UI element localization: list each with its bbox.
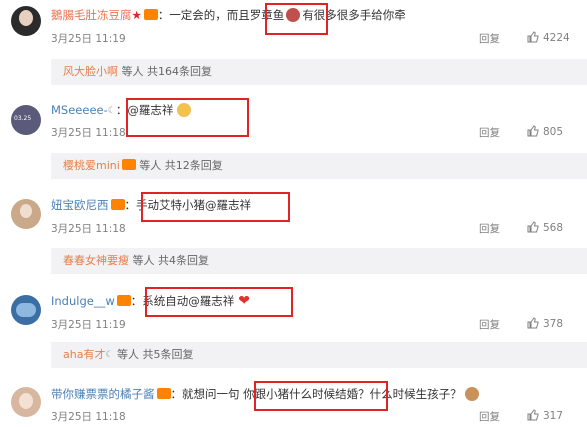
highlight-box bbox=[141, 192, 290, 222]
thumbs-up-icon bbox=[527, 221, 539, 233]
highlight-box bbox=[265, 3, 328, 35]
reply-summary[interactable]: 春春女神要瘦 等人 共4条回复 bbox=[51, 248, 587, 274]
reply-button[interactable]: 回复 bbox=[479, 317, 500, 332]
comment-author[interactable]: 鵝腸毛肚冻豆腐 bbox=[51, 8, 132, 22]
like-count: 568 bbox=[543, 222, 564, 234]
like-count: 378 bbox=[543, 318, 564, 330]
comment-date: 3月25日 11:19 bbox=[51, 33, 126, 45]
avatar[interactable] bbox=[11, 295, 41, 325]
like-button[interactable]: 4224 bbox=[527, 31, 570, 44]
thumbs-up-icon bbox=[527, 31, 539, 43]
reply-button[interactable]: 回复 bbox=[479, 221, 500, 236]
highlight-box bbox=[254, 381, 388, 411]
star-icon: ★ bbox=[131, 8, 142, 22]
reply-summary[interactable]: aha有才☾ 等人 共5条回复 bbox=[51, 342, 587, 368]
reply-button[interactable]: 回复 bbox=[479, 409, 500, 424]
reply-summary[interactable]: 樱桃爱mini 等人 共12条回复 bbox=[51, 153, 587, 179]
like-button[interactable]: 378 bbox=[527, 317, 563, 330]
dog-emoji-icon bbox=[464, 387, 479, 401]
comment-author[interactable]: 妞宝欧尼西 bbox=[51, 198, 109, 212]
comment-date: 3月25日 11:18 bbox=[51, 127, 126, 139]
highlight-box bbox=[145, 287, 293, 317]
reply-button[interactable]: 回复 bbox=[479, 125, 500, 140]
reply-button[interactable]: 回复 bbox=[479, 31, 500, 46]
like-count: 805 bbox=[543, 126, 564, 138]
comment-author[interactable]: MSeeeee- bbox=[51, 103, 108, 117]
comment-date: 3月25日 11:18 bbox=[51, 223, 126, 235]
moon-icon: ☾ bbox=[107, 106, 116, 116]
like-button[interactable]: 805 bbox=[527, 125, 563, 138]
like-count: 317 bbox=[543, 410, 564, 422]
moon-icon: ☾ bbox=[105, 350, 114, 360]
reply-user[interactable]: 风大脸小啊 bbox=[51, 65, 118, 78]
like-button[interactable]: 568 bbox=[527, 221, 563, 234]
avatar[interactable] bbox=[11, 6, 41, 36]
like-button[interactable]: 317 bbox=[527, 409, 563, 422]
thumbs-up-icon bbox=[527, 317, 539, 329]
like-count: 4224 bbox=[543, 32, 570, 44]
vip-icon bbox=[143, 9, 158, 20]
comment-date: 3月25日 11:19 bbox=[51, 319, 126, 331]
vip-icon bbox=[116, 295, 131, 306]
vip-icon bbox=[156, 388, 171, 399]
vip-icon bbox=[121, 159, 136, 170]
comment-author[interactable]: Indulge__w bbox=[51, 294, 115, 308]
reply-user[interactable]: 春春女神要瘦 bbox=[51, 254, 129, 267]
thumbs-up-icon bbox=[527, 409, 539, 421]
avatar[interactable]: 03.25 bbox=[11, 105, 41, 135]
avatar[interactable] bbox=[11, 199, 41, 229]
reply-user[interactable]: aha有才 bbox=[51, 348, 105, 361]
reply-user[interactable]: 樱桃爱mini bbox=[51, 159, 120, 172]
highlight-box bbox=[126, 98, 249, 137]
thumbs-up-icon bbox=[527, 125, 539, 137]
reply-summary[interactable]: 风大脸小啊 等人 共164条回复 bbox=[51, 59, 587, 85]
vip-icon bbox=[110, 199, 125, 210]
comment-date: 3月25日 11:18 bbox=[51, 411, 126, 423]
comment-author[interactable]: 带你赚票票的橘子酱 bbox=[51, 387, 155, 401]
avatar[interactable] bbox=[11, 387, 41, 417]
